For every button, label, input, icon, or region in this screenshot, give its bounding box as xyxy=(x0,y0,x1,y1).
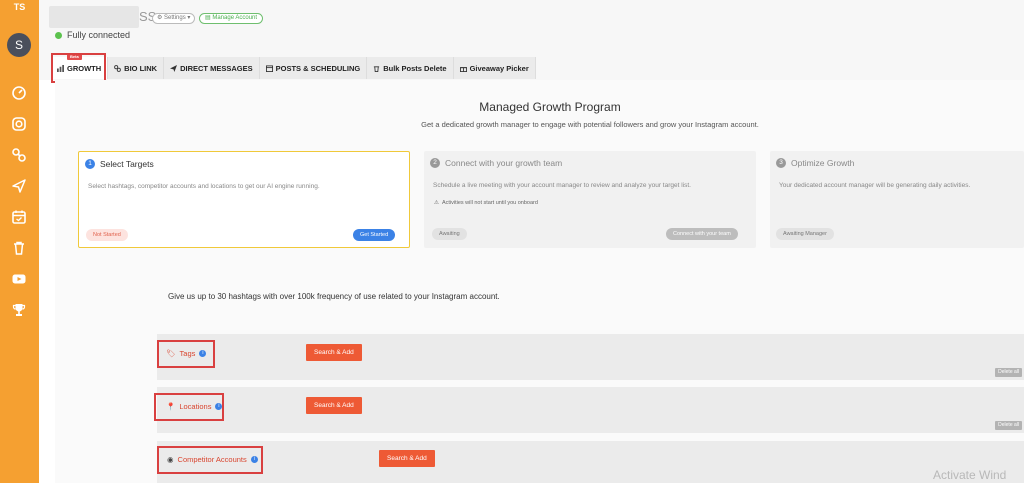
warning-icon: ⚠ xyxy=(434,200,439,206)
trash-icon[interactable] xyxy=(11,240,27,256)
manage-account-label: Manage Account xyxy=(212,15,258,21)
tags-search-add-button[interactable]: Search & Add xyxy=(306,344,362,361)
tab-direct-messages[interactable]: DIRECT MESSAGES xyxy=(164,57,260,79)
step-3-header: 3 Optimize Growth xyxy=(776,158,854,168)
send-icon xyxy=(170,64,178,72)
tab-posts-scheduling-label: POSTS & SCHEDULING xyxy=(275,63,361,73)
step-1-header: 1 Select Targets xyxy=(85,159,154,169)
highlight-growth-tab xyxy=(51,53,106,83)
tab-posts-scheduling[interactable]: POSTS & SCHEDULING xyxy=(259,57,368,79)
tags-delete-all-button[interactable]: Delete all xyxy=(995,368,1022,377)
sidebar: TS S xyxy=(0,0,39,483)
step-number: 3 xyxy=(776,158,786,168)
settings-chip-label: Settings xyxy=(164,15,186,21)
highlight-locations xyxy=(154,393,224,421)
account-name-redacted xyxy=(49,6,139,28)
youtube-icon[interactable] xyxy=(11,271,27,287)
feature-tabs: Beta GROWTH BIO LINK DIRECT MESSAGES POS… xyxy=(51,54,536,79)
step-note: ⚠ Activities will not start until you on… xyxy=(434,200,538,206)
tab-giveaway-picker[interactable]: Giveaway Picker xyxy=(453,57,536,79)
program-title: Managed Growth Program xyxy=(479,100,621,114)
status-badge: Awaiting Manager xyxy=(776,228,834,240)
tags-section: 🏷 Tags i Search & Add Delete all xyxy=(157,334,1024,380)
hashtag-instructions: Give us up to 30 hashtags with over 100k… xyxy=(168,292,500,301)
program-subtitle: Get a dedicated growth manager to engage… xyxy=(421,120,759,129)
trophy-icon[interactable] xyxy=(11,302,27,318)
locations-search-add-button[interactable]: Search & Add xyxy=(306,397,362,414)
step-card-optimize-growth: 3 Optimize Growth Your dedicated account… xyxy=(770,151,1024,248)
step-2-header: 2 Connect with your growth team xyxy=(430,158,562,168)
step-description: Your dedicated account manager will be g… xyxy=(779,182,971,189)
dashboard-icon[interactable] xyxy=(11,85,27,101)
step-title: Select Targets xyxy=(100,159,154,169)
os-activation-watermark: Activate Wind xyxy=(933,468,1007,482)
gift-icon xyxy=(459,66,467,72)
settings-chip[interactable]: ⚙ Settings ▾ xyxy=(152,13,196,24)
step-title: Optimize Growth xyxy=(791,158,855,168)
calendar-icon[interactable] xyxy=(11,209,27,225)
status-badge: Awaiting xyxy=(432,228,467,240)
step-description: Select hashtags, competitor accounts and… xyxy=(88,183,320,190)
link-icon[interactable] xyxy=(11,147,27,163)
connection-status-dot xyxy=(55,32,62,39)
tab-bio-link-label: BIO LINK xyxy=(124,63,158,73)
step-title: Connect with your growth team xyxy=(445,158,563,168)
competitor-accounts-section: ◉ Competitor Accounts i Search & Add xyxy=(157,441,1024,483)
account-header: SS ⚙ Settings ▾ ▤ Manage Account Fully c… xyxy=(39,0,1024,83)
tab-giveaway-picker-label: Giveaway Picker xyxy=(469,63,529,73)
step-card-select-targets: 1 Select Targets Select hashtags, compet… xyxy=(78,151,410,248)
manage-account-chip[interactable]: ▤ Manage Account xyxy=(199,13,264,24)
workspace-initials[interactable]: TS xyxy=(0,2,39,12)
step-description: Schedule a live meeting with your accoun… xyxy=(433,182,691,189)
tab-bulk-posts-delete[interactable]: Bulk Posts Delete xyxy=(367,57,454,79)
connection-status: Fully connected xyxy=(67,30,131,40)
highlight-competitor-accounts xyxy=(157,446,263,474)
locations-delete-all-button[interactable]: Delete all xyxy=(995,421,1022,430)
step-card-connect-team: 2 Connect with your growth team Schedule… xyxy=(424,151,756,248)
locations-section: 📍 Locations i Search & Add Delete all xyxy=(157,387,1024,433)
connect-team-button[interactable]: Connect with your team xyxy=(666,228,738,240)
status-badge: Not Started xyxy=(86,229,128,241)
step-note-text: Activities will not start until you onbo… xyxy=(441,200,538,206)
link-icon xyxy=(114,64,121,72)
avatar[interactable]: S xyxy=(7,33,31,57)
get-started-button[interactable]: Get Started xyxy=(353,229,396,241)
tab-bio-link[interactable]: BIO LINK xyxy=(108,57,165,79)
tab-direct-messages-label: DIRECT MESSAGES xyxy=(180,63,253,73)
trash-icon xyxy=(374,65,380,72)
calendar-icon xyxy=(265,64,273,72)
step-number: 1 xyxy=(85,159,95,169)
send-icon[interactable] xyxy=(11,178,27,194)
step-number: 2 xyxy=(430,158,440,168)
competitors-search-add-button[interactable]: Search & Add xyxy=(379,450,435,467)
tab-bulk-posts-delete-label: Bulk Posts Delete xyxy=(383,63,447,73)
highlight-tags xyxy=(157,340,215,368)
